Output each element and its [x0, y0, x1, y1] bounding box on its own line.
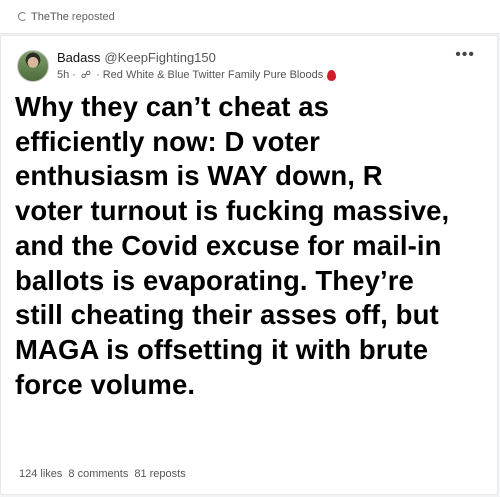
post-meta: 5h · ☍ · Red White & Blue Twitter Family… [57, 69, 337, 81]
post-text-line: MAGA is offsetting it with brute [15, 333, 429, 365]
post-text-line: efficiently now: D voter [15, 125, 320, 157]
post-text-line: ballots is evaporating. They’re [15, 264, 414, 296]
post-text: Why they can’t cheat as efficiently now:… [15, 90, 485, 402]
meta-separator: · [72, 69, 76, 81]
post-text-line: enthusiasm is WAY down, R [15, 160, 383, 192]
page: TheThe reposted Badass @KeepFighting150 … [0, 0, 500, 497]
post-text-line: voter turnout is fucking massive, [15, 195, 450, 227]
comments-count[interactable]: 8 comments [68, 468, 128, 480]
avatar[interactable] [17, 50, 49, 82]
post-text-line: still cheating their asses off, but [15, 299, 439, 331]
author-handle[interactable]: @KeepFighting150 [104, 50, 216, 65]
post-stats: 124 likes 8 comments 81 reposts [19, 468, 186, 480]
author-row: Badass @KeepFighting150 [57, 50, 216, 65]
post-time[interactable]: 5h [57, 69, 69, 81]
repost-header: TheThe reposted [0, 0, 500, 34]
more-options-button[interactable]: ••• [455, 46, 475, 64]
author-display-name[interactable]: Badass [57, 50, 100, 65]
reposter-name[interactable]: TheThe [31, 11, 69, 23]
post-text-line: and the Covid excuse for mail-in [15, 229, 442, 261]
globe-icon: ☍ [80, 69, 92, 81]
post-text-line: force volume. [15, 368, 196, 400]
likes-count[interactable]: 124 likes [19, 468, 62, 480]
post-card: Badass @KeepFighting150 5h · ☍ · Red Whi… [0, 35, 498, 495]
meta-separator: · [96, 69, 100, 81]
repost-label: reposted [71, 10, 115, 23]
community-link[interactable]: Red White & Blue Twitter Family Pure Blo… [103, 69, 324, 81]
post-text-line: Why they can’t cheat as [15, 91, 330, 122]
blood-drop-icon [327, 69, 337, 81]
reposts-count[interactable]: 81 reposts [134, 468, 185, 480]
repost-icon [18, 12, 27, 21]
